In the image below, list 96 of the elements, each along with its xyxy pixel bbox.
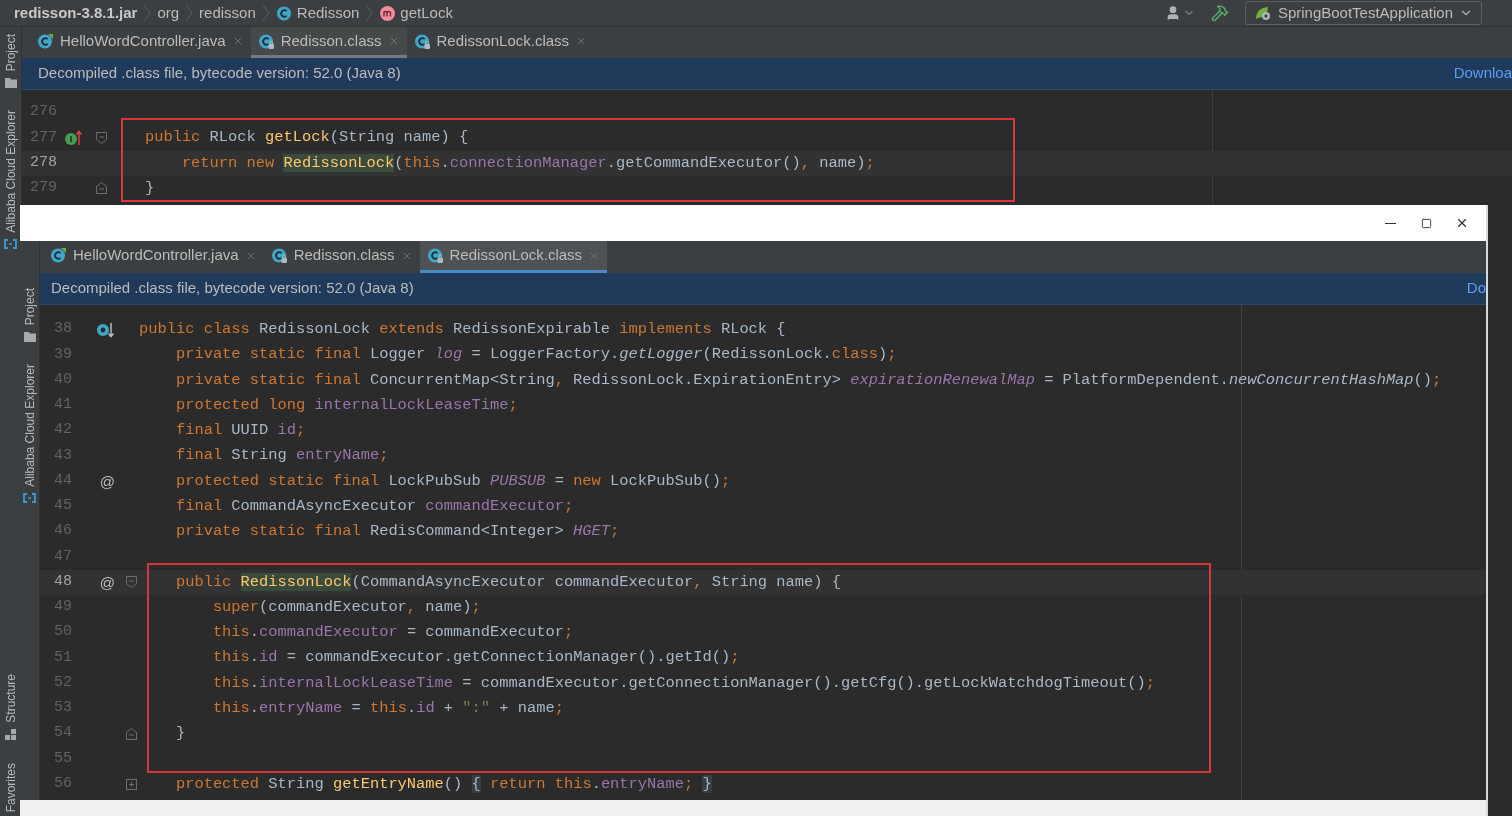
code-line: return new RedissonLock(this.connectionManager.getCommandExecutor(), name); (180, 152, 875, 174)
hammer-icon[interactable] (1210, 4, 1229, 22)
implementing-icon[interactable] (65, 129, 83, 146)
folder-icon (4, 77, 17, 89)
code-line: private static final RedisCommand<Integer> HGET; (174, 521, 620, 543)
tool-window-tab[interactable]: Project (22, 288, 37, 326)
tool-window-tab[interactable]: Structure (3, 673, 18, 723)
code-line: this.entryName = this.id + ":" + name; (211, 697, 564, 719)
method-icon (379, 4, 397, 22)
line-number: 48 (54, 571, 72, 592)
annotation-mark: @ (99, 473, 115, 489)
line-number: 276 (30, 102, 57, 123)
separator-icon (364, 4, 375, 22)
code-line: public RedissonLock(CommandAsyncExecutor commandExecutor, String name) { (174, 571, 841, 593)
bracket-icon (4, 239, 17, 250)
separator-icon (184, 4, 195, 22)
line-number: 49 (54, 597, 72, 618)
code-line: this.internalLockLeaseTime = commandExecutor.getConnectionManager().getCfg().getLockWatchdogTimeout(); (211, 672, 1155, 694)
line-number: 38 (54, 319, 72, 340)
code-line: protected static final LockPubSub PUBSUB = new LockPubSub(); (174, 470, 731, 492)
breadcrumb-item[interactable]: Redisson (296, 1, 360, 25)
editor-tab[interactable]: RedissonLock.class (406, 27, 595, 58)
class-icon (413, 32, 431, 50)
separator-icon (142, 4, 153, 22)
line-number: 47 (54, 546, 72, 567)
bracket-icon (23, 493, 36, 504)
code-line: private static final ConcurrentMap<String, RedissonLock.ExpirationEntry> expirationRenewalMap = PlatformDependent.newConcurrentHashMap(); (174, 369, 1442, 391)
class-icon (275, 4, 293, 22)
folder-icon (23, 331, 36, 343)
line-number: 45 (54, 496, 72, 517)
code-line: private static final Logger log = LoggerFactory.getLogger(RedissonLock.class); (174, 344, 897, 366)
separator-icon (260, 4, 271, 22)
editor-tab[interactable]: HelloWordController.java (43, 241, 264, 273)
code-line: final CommandAsyncExecutor commandExecutor; (174, 495, 574, 517)
line-number: 52 (54, 672, 72, 693)
class-icon (426, 247, 444, 264)
line-number: 278 (30, 152, 57, 173)
line-number: 50 (54, 622, 72, 643)
line-number: 42 (54, 420, 72, 441)
banner-text: Decompiled .class file, bytecode version: 52.0 (Java 8) (51, 278, 414, 299)
code-line: } (174, 723, 186, 745)
editor-tab[interactable]: Redisson.class (263, 241, 420, 273)
class-icon (50, 247, 67, 264)
tool-window-tab[interactable]: Project (3, 34, 18, 72)
banner-text: Decompiled .class file, bytecode version: 52.0 (Java 8) (38, 63, 401, 84)
line-number: 54 (54, 723, 72, 744)
download-link[interactable]: Downloa (1453, 62, 1512, 85)
annotation-mark: @ (99, 574, 115, 590)
line-number: 40 (54, 369, 72, 390)
fold-icon[interactable] (95, 131, 107, 144)
tool-window-tab[interactable]: Alibaba Cloud Explorer (3, 110, 18, 234)
fold-icon[interactable] (125, 727, 137, 740)
maximize-icon (1420, 217, 1432, 229)
class-icon (257, 32, 275, 50)
line-number: 56 (54, 773, 72, 794)
code-line: protected String getEntryName() { return this.entryName; } (174, 773, 712, 795)
close-icon (1455, 216, 1469, 230)
download-link[interactable]: Do (1466, 277, 1486, 300)
class-icon (37, 32, 54, 50)
line-number: 46 (54, 521, 72, 542)
minimize-icon (1384, 222, 1396, 224)
line-number: 55 (54, 748, 72, 769)
line-number: 39 (54, 344, 72, 365)
code-line: public RLock getLock(String name) { (143, 127, 469, 149)
code-line: final String entryName; (174, 445, 389, 467)
tool-window-tab[interactable]: Alibaba Cloud Explorer (22, 364, 37, 488)
unfold-icon[interactable] (125, 778, 137, 790)
breadcrumb-item[interactable]: redisson (199, 1, 256, 25)
class-icon (270, 247, 288, 264)
line-number: 44 (54, 470, 72, 491)
breadcrumb-item[interactable]: getLock (400, 1, 453, 25)
code-line: this.commandExecutor = commandExecutor; (211, 622, 574, 644)
editor-tab[interactable]: Redisson.class (250, 27, 407, 58)
code-line: public class RedissonLock extends RedissonExpirable implements RLock { (139, 319, 786, 341)
line-number: 43 (54, 445, 72, 466)
line-number: 41 (54, 395, 72, 416)
breadcrumb-item[interactable]: redisson-3.8.1.jar (14, 1, 138, 25)
breadcrumb-item[interactable]: org (157, 1, 180, 25)
editor-tab[interactable]: RedissonLock.class (419, 241, 608, 273)
code-line: this.id = commandExecutor.getConnectionManager().getId(); (211, 647, 740, 669)
code-line: final UUID id; (174, 420, 306, 442)
fold-icon[interactable] (95, 182, 107, 195)
structure-icon (4, 728, 17, 741)
line-number: 277 (30, 127, 57, 148)
run-configuration-dropdown[interactable]: SpringBootTestApplication (1244, 1, 1482, 25)
line-number: 53 (54, 698, 72, 719)
line-number: 279 (30, 178, 57, 199)
code-line: } (143, 177, 155, 199)
code-line: super(commandExecutor, name); (211, 596, 481, 618)
implemented-icon[interactable] (97, 321, 115, 338)
tool-window-tab[interactable]: Favorites (3, 762, 18, 812)
editor-tab[interactable]: HelloWordController.java (30, 27, 251, 58)
code-line: protected long internalLockLeaseTime; (174, 394, 518, 416)
line-number: 51 (54, 647, 72, 668)
leaf-icon (1253, 5, 1272, 21)
fold-icon[interactable] (125, 576, 137, 589)
